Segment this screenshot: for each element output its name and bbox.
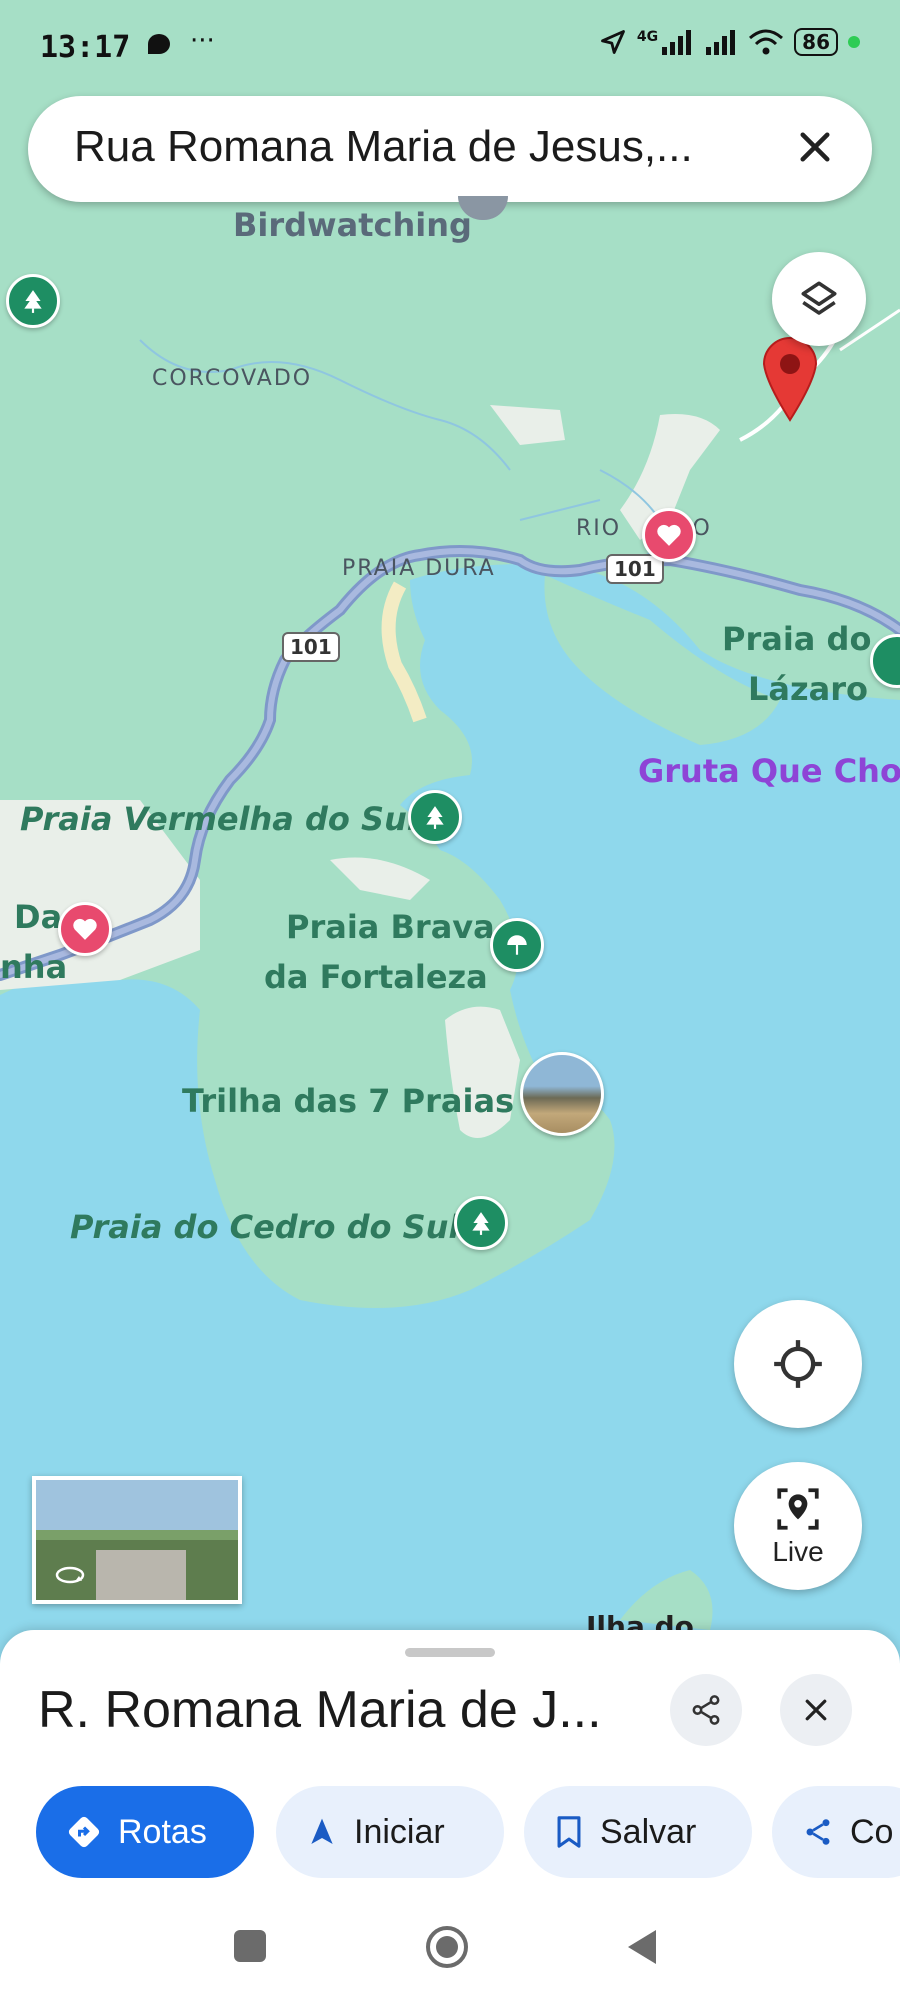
system-navigation-bar xyxy=(0,1890,900,2000)
label-praia-do-lazaro[interactable]: Praia do xyxy=(722,620,871,658)
label-gruta-que-chora[interactable]: Gruta Que Chor xyxy=(638,752,900,790)
share-icon xyxy=(692,1695,720,1725)
navigation-arrow-icon xyxy=(311,1818,333,1844)
status-bar: 13:17 ··· 4G 86 xyxy=(0,0,900,90)
save-label: Salvar xyxy=(600,1812,697,1851)
start-navigation-button[interactable]: Iniciar xyxy=(276,1786,504,1878)
saved-place-heart-2-icon[interactable] xyxy=(58,902,112,956)
more-notifications-icon: ··· xyxy=(190,26,215,56)
start-label: Iniciar xyxy=(354,1812,445,1851)
layers-icon xyxy=(801,281,837,315)
label-praia-do-cedro-do-sul[interactable]: Praia do Cedro do Sul xyxy=(70,1208,459,1246)
recents-button[interactable] xyxy=(234,1930,266,1962)
back-button[interactable] xyxy=(626,1928,658,1966)
directions-icon xyxy=(68,1816,100,1848)
cellular-signal-icon xyxy=(662,30,692,55)
chat-notification-icon xyxy=(148,34,170,54)
share-button[interactable] xyxy=(670,1674,742,1746)
umbrella-icon xyxy=(507,935,527,955)
label-praia-brava[interactable]: Praia Brava xyxy=(286,908,495,946)
layers-button[interactable] xyxy=(772,252,866,346)
label-lazaro[interactable]: Lázaro xyxy=(748,670,868,708)
network-type-label: 4G xyxy=(636,29,659,45)
park-pin-cedro-icon[interactable] xyxy=(454,1196,508,1250)
live-view-button[interactable]: Live xyxy=(734,1462,862,1590)
drag-handle[interactable] xyxy=(405,1648,495,1657)
street-view-thumbnail[interactable] xyxy=(32,1476,242,1604)
live-view-icon xyxy=(777,1488,819,1530)
wifi-icon xyxy=(749,29,784,55)
label-praia-dura[interactable]: PRAIA DURA xyxy=(342,556,496,581)
battery-indicator: 86 xyxy=(794,28,838,56)
tree-icon xyxy=(24,290,42,313)
label-da[interactable]: Da xyxy=(14,898,62,936)
my-location-button[interactable] xyxy=(734,1300,862,1428)
location-arrow-icon xyxy=(601,30,625,54)
home-button[interactable] xyxy=(424,1924,470,1970)
close-icon xyxy=(805,1699,827,1721)
privacy-dot-icon xyxy=(848,36,860,48)
directions-button[interactable]: Rotas xyxy=(36,1786,254,1878)
route-shield-101-west: 101 xyxy=(282,632,340,662)
cellular-signal-2-icon xyxy=(706,30,736,55)
heart-icon xyxy=(73,918,97,940)
share-chip-button[interactable]: Co xyxy=(772,1786,900,1878)
search-bar[interactable]: Rua Romana Maria de Jesus,... xyxy=(28,96,872,202)
share-icon xyxy=(806,1819,830,1845)
label-trilha-das-7-praias[interactable]: Trilha das 7 Praias xyxy=(182,1082,514,1120)
crosshair-icon xyxy=(774,1340,822,1388)
close-icon[interactable] xyxy=(794,126,836,168)
close-sheet-button[interactable] xyxy=(780,1674,852,1746)
share-chip-label: Co xyxy=(850,1812,894,1851)
trail-photo-pin[interactable] xyxy=(520,1052,604,1136)
beach-pin-brava-icon[interactable] xyxy=(490,918,544,972)
label-da-fortaleza[interactable]: da Fortaleza xyxy=(264,958,488,996)
live-label: Live xyxy=(772,1536,824,1567)
label-praia-vermelha-do-sul[interactable]: Praia Vermelha do Sul xyxy=(20,800,418,838)
save-button[interactable]: Salvar xyxy=(524,1786,752,1878)
label-birdwatching[interactable]: Birdwatching xyxy=(233,206,472,244)
tree-icon xyxy=(426,806,444,829)
saved-place-heart-icon[interactable] xyxy=(642,508,696,562)
park-pin-icon[interactable] xyxy=(6,274,60,328)
bookmark-icon xyxy=(557,1816,581,1848)
label-nha[interactable]: nha xyxy=(0,948,67,986)
search-input[interactable]: Rua Romana Maria de Jesus,... xyxy=(74,122,693,172)
place-title: R. Romana Maria de J... xyxy=(38,1681,602,1739)
label-corcovado[interactable]: CORCOVADO xyxy=(152,366,312,391)
directions-label: Rotas xyxy=(118,1812,207,1851)
status-icons: 4G 86 xyxy=(599,28,860,56)
rotate-360-icon xyxy=(55,1566,85,1584)
park-pin-vermelha-icon[interactable] xyxy=(408,790,462,844)
tree-icon xyxy=(472,1212,490,1235)
heart-icon xyxy=(657,524,681,546)
status-time: 13:17 xyxy=(40,30,131,65)
